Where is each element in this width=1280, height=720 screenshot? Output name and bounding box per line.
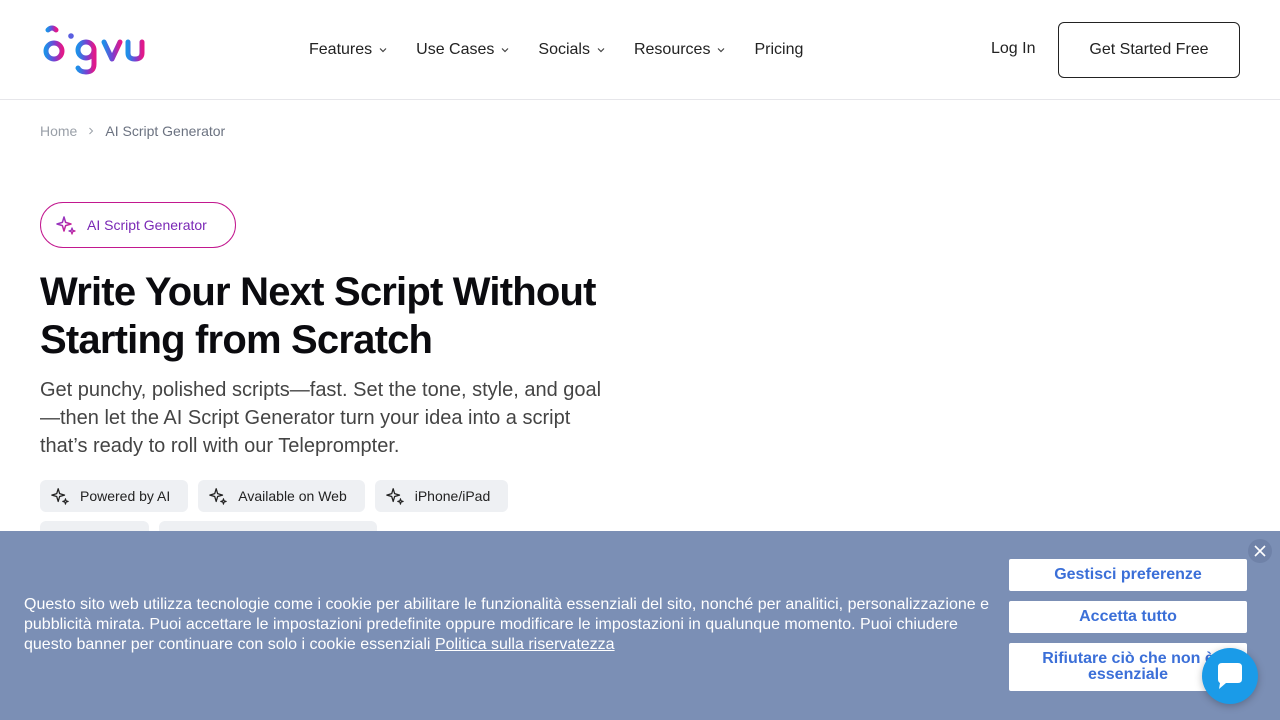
pill-label: AI Script Generator xyxy=(87,217,207,233)
chat-icon[interactable] xyxy=(1202,648,1258,704)
chevron-down-icon xyxy=(379,48,387,53)
chevron-right-icon xyxy=(89,127,94,135)
cookie-banner: Questo sito web utilizza tecnologie come… xyxy=(0,531,1280,720)
nav-features[interactable]: Features xyxy=(309,41,388,59)
get-started-button[interactable]: Get Started Free xyxy=(1058,22,1240,78)
chip-label: Available on Web xyxy=(238,488,347,504)
accept-all-button[interactable]: Accetta tutto xyxy=(1009,601,1247,633)
chip-available-on-web: Available on Web xyxy=(198,480,365,512)
nav-label: Use Cases xyxy=(416,41,495,58)
chip-powered-by-ai: Powered by AI xyxy=(40,480,189,512)
nav-label: Features xyxy=(309,41,373,58)
feature-chips: Powered by AI Available on Web iPhone/iP… xyxy=(40,480,509,512)
chip-label: iPhone/iPad xyxy=(414,488,491,504)
site-header: Features Use Cases Socials Resources Pri… xyxy=(0,0,1280,100)
sparkle-icon xyxy=(385,488,404,505)
main-nav: Features Use Cases Socials Resources Pri… xyxy=(309,0,831,100)
chevron-down-icon xyxy=(718,48,725,53)
sparkle-icon xyxy=(56,216,76,235)
chip-iphone-ipad: iPhone/iPad xyxy=(374,480,509,512)
nav-label: Pricing xyxy=(754,41,804,58)
nav-label: Socials xyxy=(538,41,590,58)
nav-resources[interactable]: Resources xyxy=(634,41,726,59)
sparkle-icon xyxy=(209,488,228,505)
feature-pill: AI Script Generator xyxy=(40,202,236,248)
breadcrumb-current: AI Script Generator xyxy=(105,123,226,139)
breadcrumb: Home AI Script Generator xyxy=(40,123,225,139)
login-link[interactable]: Log In xyxy=(991,40,1035,58)
nav-socials[interactable]: Socials xyxy=(538,41,606,59)
cookie-message: Questo sito web utilizza tecnologie come… xyxy=(24,595,994,655)
manage-preferences-button[interactable]: Gestisci preferenze xyxy=(1009,559,1247,591)
sparkle-icon xyxy=(51,488,69,505)
close-icon[interactable] xyxy=(1248,539,1272,563)
chip-label: Powered by AI xyxy=(80,488,171,504)
privacy-policy-link[interactable]: Politica sulla riservatezza xyxy=(435,636,615,653)
nav-pricing[interactable]: Pricing xyxy=(754,41,803,59)
hero-description: Get punchy, polished scripts—fast. Set t… xyxy=(40,379,602,457)
brand-logo[interactable] xyxy=(42,24,154,78)
chevron-down-icon xyxy=(597,48,605,53)
nav-use-cases[interactable]: Use Cases xyxy=(416,41,510,59)
page-title: Write Your Next Script Without Starting … xyxy=(40,270,596,362)
breadcrumb-home[interactable]: Home xyxy=(40,123,77,139)
chevron-down-icon xyxy=(501,48,509,53)
nav-label: Resources xyxy=(633,41,711,58)
